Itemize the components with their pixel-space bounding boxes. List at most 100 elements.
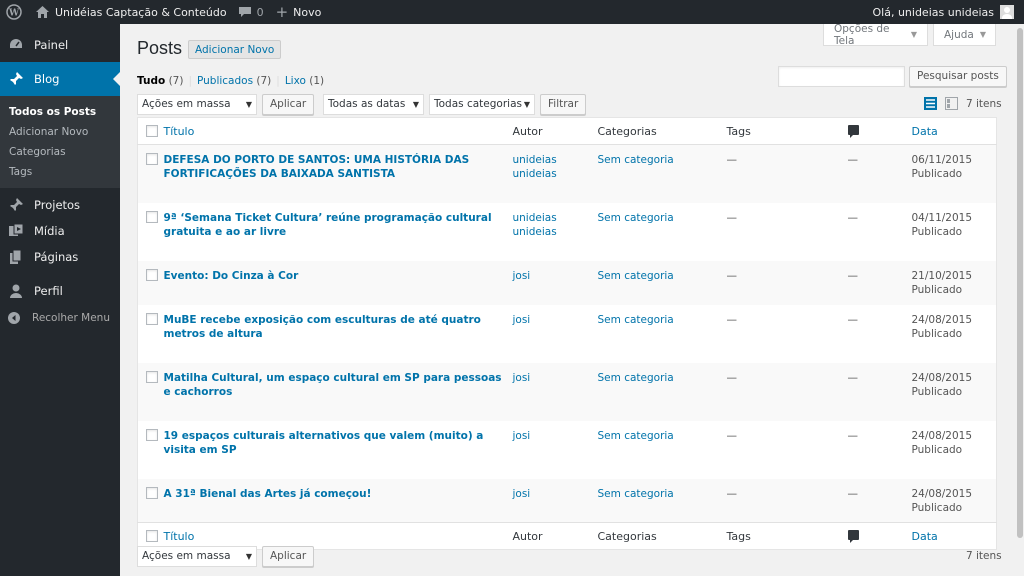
column-categories-footer: Categorias — [597, 522, 727, 550]
post-category-link[interactable]: Sem categoria — [598, 212, 674, 224]
filter-trash-label: Lixo — [284, 75, 306, 87]
search-input[interactable] — [778, 66, 905, 87]
row-checkbox[interactable] — [146, 486, 158, 499]
new-label: Novo — [293, 5, 322, 19]
post-author-link[interactable]: josi — [513, 372, 531, 384]
dates-select[interactable]: Todas as datas ▼ — [323, 94, 424, 115]
post-tags: — — [726, 269, 738, 282]
collapse-label: Recolher Menu — [32, 312, 110, 324]
chevron-down-icon: ▼ — [245, 552, 252, 561]
post-title-link[interactable]: Matilha Cultural, um espaço cultural em … — [164, 371, 513, 399]
my-account-link[interactable]: Olá, unideias unideias — [873, 5, 1024, 19]
column-title-footer[interactable]: Título — [164, 530, 195, 543]
comments-column-icon[interactable] — [847, 124, 859, 138]
apply-button-bottom[interactable]: Aplicar — [262, 546, 315, 567]
sidebar-item-label: Blog — [34, 72, 60, 86]
post-category-link[interactable]: Sem categoria — [598, 270, 674, 282]
chevron-down-icon: ▼ — [412, 100, 419, 109]
new-content-link[interactable]: + Novo — [270, 0, 328, 24]
scrollbar[interactable] — [1016, 24, 1024, 576]
post-title-link[interactable]: DEFESA DO PORTO DE SANTOS: UMA HISTÓRIA … — [164, 153, 513, 181]
sidebar-item-midia[interactable]: Mídia — [0, 218, 120, 244]
excerpt-view-icon[interactable] — [945, 97, 958, 110]
categories-select[interactable]: Todas categorias ▼ — [429, 94, 535, 115]
apply-button[interactable]: Aplicar — [262, 94, 315, 115]
wordpress-logo-button[interactable]: W — [0, 0, 30, 24]
search-posts-button[interactable]: Pesquisar posts — [909, 66, 1007, 87]
post-status: Publicado — [911, 168, 963, 180]
post-author-link[interactable]: unideias unideias — [513, 212, 557, 238]
sidebar-item-perfil[interactable]: Perfil — [0, 278, 120, 304]
post-comments: — — [847, 429, 859, 442]
row-checkbox[interactable] — [146, 428, 158, 441]
post-author-link[interactable]: josi — [513, 488, 531, 500]
post-tags: — — [726, 313, 738, 326]
post-category-link[interactable]: Sem categoria — [598, 372, 674, 384]
post-title-link[interactable]: 9ª ‘Semana Ticket Cultura’ reúne program… — [164, 211, 513, 239]
sidebar-item-blog[interactable]: Blog — [0, 62, 120, 96]
post-title-link[interactable]: MuBE recebe exposição com esculturas de … — [164, 313, 513, 341]
post-category-link[interactable]: Sem categoria — [598, 314, 674, 326]
row-checkbox[interactable] — [146, 210, 158, 223]
dates-value: Todas as datas — [328, 98, 406, 110]
row-checkbox[interactable] — [146, 312, 158, 325]
filter-button[interactable]: Filtrar — [540, 94, 587, 115]
submenu-add-new[interactable]: Adicionar Novo — [0, 122, 120, 142]
select-all-checkbox-footer[interactable] — [146, 530, 158, 542]
sidebar-item-label: Páginas — [34, 250, 79, 264]
sidebar-item-label: Painel — [34, 38, 69, 52]
collapse-menu-button[interactable]: Recolher Menu — [0, 304, 120, 332]
bulk-actions-select-bottom[interactable]: Ações em massa ▼ — [137, 546, 257, 567]
media-icon — [8, 223, 24, 239]
sidebar-item-label: Mídia — [34, 224, 65, 238]
post-category-link[interactable]: Sem categoria — [598, 488, 674, 500]
site-name-link[interactable]: Unidéias Captação & Conteúdo — [30, 0, 233, 24]
filter-published-label: Publicados — [196, 75, 254, 87]
column-date-footer[interactable]: Data — [912, 530, 938, 543]
submenu-all-posts[interactable]: Todos os Posts — [0, 102, 120, 122]
add-new-button[interactable]: Adicionar Novo — [188, 40, 282, 59]
blog-submenu: Todos os Posts Adicionar Novo Categorias… — [0, 96, 120, 188]
column-title-header[interactable]: Título — [164, 125, 195, 138]
post-status: Publicado — [911, 443, 963, 456]
submenu-categories[interactable]: Categorias — [0, 142, 120, 162]
row-checkbox[interactable] — [146, 268, 158, 281]
bulk-actions-select[interactable]: Ações em massa ▼ — [137, 94, 257, 115]
filter-trash-link[interactable]: Lixo (1) — [285, 75, 324, 87]
sidebar-item-projetos[interactable]: Projetos — [0, 192, 120, 218]
filter-all-link[interactable]: Tudo (7) — [137, 75, 183, 87]
post-author-link[interactable]: josi — [513, 270, 531, 282]
comments-count: 0 — [256, 5, 264, 19]
comments-column-icon[interactable] — [847, 529, 859, 543]
row-checkbox[interactable] — [146, 153, 158, 165]
post-title-link[interactable]: A 31ª Bienal das Artes já começou! — [164, 487, 513, 501]
post-tags: — — [726, 154, 738, 166]
post-author-link[interactable]: unideias unideias — [513, 154, 557, 180]
post-title-link[interactable]: 19 espaços culturais alternativos que va… — [164, 429, 513, 457]
filter-published-link[interactable]: Publicados (7) — [197, 75, 271, 87]
list-view-icon[interactable] — [924, 97, 937, 110]
post-category-link[interactable]: Sem categoria — [598, 430, 674, 442]
sidebar-item-paginas[interactable]: Páginas — [0, 244, 120, 270]
scrollbar-thumb[interactable] — [1017, 28, 1023, 538]
row-checkbox[interactable] — [146, 370, 158, 383]
table-row: 19 espaços culturais alternativos que va… — [138, 421, 997, 479]
bulk-actions-value: Ações em massa — [142, 98, 231, 110]
select-all-checkbox[interactable] — [146, 125, 158, 137]
help-button[interactable]: Ajuda ▼ — [933, 24, 996, 46]
post-author-link[interactable]: josi — [513, 430, 531, 442]
column-tags-footer: Tags — [726, 522, 848, 550]
submenu-tags[interactable]: Tags — [0, 162, 120, 182]
pages-icon — [8, 249, 24, 265]
sidebar-item-painel[interactable]: Painel — [0, 28, 120, 62]
post-status: Publicado — [911, 501, 963, 514]
screen-options-button[interactable]: Opções de Tela ▼ — [823, 23, 928, 47]
post-date: 24/08/2015 — [911, 429, 973, 442]
comments-link[interactable]: 0 — [233, 0, 270, 24]
post-category-link[interactable]: Sem categoria — [598, 154, 674, 166]
post-title-link[interactable]: Evento: Do Cinza à Cor — [164, 269, 513, 283]
column-author-header: Autor — [512, 117, 598, 145]
post-comments: — — [847, 269, 859, 282]
column-date-header[interactable]: Data — [912, 125, 938, 138]
post-author-link[interactable]: josi — [513, 314, 531, 326]
